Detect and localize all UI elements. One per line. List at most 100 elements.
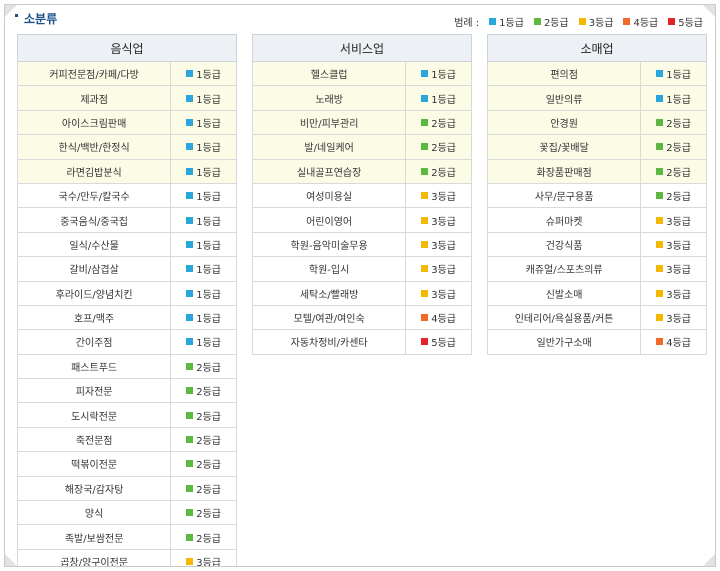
grade-cell: 2등급 [170, 451, 237, 477]
grade-badge: 2등급 [186, 359, 221, 374]
table-row: 캐쥬얼/스포츠의류 3등급 [486, 256, 707, 282]
grade-cell: 2등급 [405, 134, 472, 160]
grade-badge: 2등급 [186, 408, 221, 423]
corner-decoration [702, 553, 715, 566]
table-header-retail: 소매업 [487, 34, 707, 62]
table-row: 학원-입시 3등급 [251, 256, 472, 282]
grade-cell: 2등급 [640, 109, 707, 136]
grade-cell: 2등급 [170, 500, 237, 526]
grade-swatch [186, 118, 194, 126]
grade-badge: 1등급 [186, 237, 221, 252]
grade-badge: 5등급 [421, 334, 456, 349]
grade-cell: 3등급 [640, 207, 707, 233]
grade-label: 2등급 [196, 411, 221, 423]
grade-label: 2등급 [431, 143, 456, 155]
grade-badge: 3등급 [421, 261, 456, 276]
category-name: 꽃집/꽃배달 [486, 134, 642, 160]
table-retail: 소매업 편의점 1등급 일반의류 1등급 안경원 2등급 꽃집/꽃배달 2등급 화장품판매점 2등… [486, 34, 707, 355]
category-name: 라면김밥분식 [16, 158, 172, 184]
grade-label: 1등급 [196, 314, 221, 326]
grade-cell: 1등급 [170, 280, 237, 306]
grade-label: 1등급 [196, 192, 221, 204]
grade-cell: 2등급 [170, 475, 237, 502]
table-row: 중국음식/중국집 1등급 [16, 207, 237, 233]
grade-badge: 1등급 [186, 91, 221, 106]
grade-cell: 2등급 [170, 426, 237, 453]
grade-swatch [421, 118, 429, 126]
grade-label: 1등급 [196, 240, 221, 252]
grade-label: 3등급 [666, 216, 691, 228]
category-name: 일식/수산물 [16, 231, 172, 258]
legend-swatch [623, 18, 631, 25]
grade-swatch [656, 143, 664, 151]
category-name: 캐쥬얼/스포츠의류 [486, 256, 642, 282]
category-name: 슈퍼마켓 [486, 207, 642, 233]
category-name: 헬스클럽 [251, 60, 407, 87]
grade-swatch [421, 70, 429, 78]
grade-badge: 2등급 [656, 164, 691, 179]
category-name: 여성미용실 [251, 182, 407, 209]
corner-decoration [5, 553, 18, 566]
grade-cell: 1등급 [170, 304, 237, 331]
legend-item: 4등급 [623, 14, 658, 29]
grade-badge: 2등급 [186, 481, 221, 496]
table-row: 피자전문 2등급 [16, 378, 237, 404]
grade-badge: 3등급 [656, 286, 691, 301]
grade-swatch [656, 338, 664, 346]
grade-cell: 2등급 [170, 378, 237, 404]
grade-swatch [656, 118, 664, 126]
grade-badge: 4등급 [421, 310, 456, 325]
grade-swatch [186, 338, 194, 346]
category-name: 떡볶이전문 [16, 451, 172, 477]
table-row: 간이주점 1등급 [16, 329, 237, 355]
grade-badge: 3등급 [656, 237, 691, 252]
grade-label: 2등급 [666, 192, 691, 204]
category-name: 어린이영어 [251, 207, 407, 233]
grade-badge: 2등급 [656, 115, 691, 130]
legend-item-label: 2등급 [543, 18, 569, 29]
grade-badge: 2등급 [421, 139, 456, 154]
table-row: 라면김밥분식 1등급 [16, 158, 237, 184]
grade-label: 2등급 [196, 436, 221, 448]
grade-label: 1등급 [196, 167, 221, 179]
grade-badge: 2등급 [421, 115, 456, 130]
grade-swatch [186, 70, 194, 78]
table-row: 곱창/양구이전문 3등급 [16, 548, 237, 566]
grade-swatch [421, 289, 429, 297]
grade-label: 3등급 [666, 265, 691, 277]
table-row: 일반가구소매 4등급 [486, 329, 707, 355]
grade-label: 3등급 [666, 289, 691, 301]
category-name: 일반가구소매 [486, 329, 642, 355]
grade-label: 5등급 [431, 338, 456, 350]
category-name: 한식/백반/한정식 [16, 134, 172, 160]
grade-swatch [186, 533, 194, 541]
grade-swatch [186, 460, 194, 468]
table-row: 편의점 1등급 [486, 60, 707, 87]
table-row: 죽전문점 2등급 [16, 426, 237, 453]
grade-cell: 2등급 [170, 402, 237, 428]
grade-cell: 1등급 [640, 60, 707, 87]
grade-badge: 2등급 [421, 164, 456, 179]
grade-cell: 1등급 [170, 182, 237, 209]
grade-swatch [421, 314, 429, 322]
grade-cell: 3등급 [640, 256, 707, 282]
table-row: 노래방 1등급 [251, 85, 472, 111]
category-name: 곱창/양구이전문 [16, 548, 172, 566]
table-row: 일반의류 1등급 [486, 85, 707, 111]
grade-cell: 1등급 [170, 109, 237, 136]
grade-label: 2등급 [431, 167, 456, 179]
table-row: 국수/만두/칼국수 1등급 [16, 182, 237, 209]
grade-swatch [186, 94, 194, 102]
grade-cell: 1등급 [170, 207, 237, 233]
grade-label: 1등급 [431, 70, 456, 82]
grade-cell: 3등급 [640, 304, 707, 331]
grade-cell: 2등급 [640, 158, 707, 184]
grade-swatch [656, 167, 664, 175]
grade-badge: 1등급 [186, 286, 221, 301]
category-name: 세탁소/빨래방 [251, 280, 407, 306]
grade-label: 2등급 [196, 509, 221, 521]
grade-cell: 3등급 [405, 280, 472, 306]
grade-swatch [186, 387, 194, 395]
table-row: 안경원 2등급 [486, 109, 707, 136]
grade-label: 1등급 [196, 216, 221, 228]
